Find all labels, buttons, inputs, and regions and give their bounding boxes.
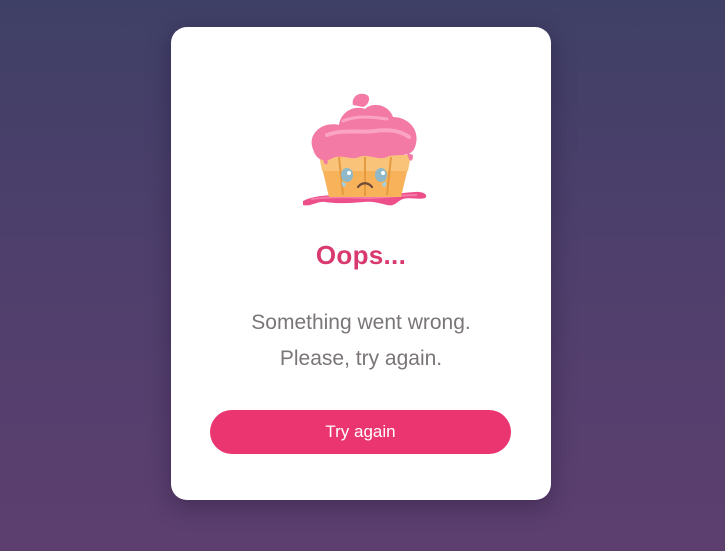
- error-message: Something went wrong. Please, try again.: [171, 305, 551, 377]
- try-again-button[interactable]: Try again: [210, 410, 511, 454]
- error-message-line-2: Please, try again.: [279, 347, 443, 370]
- crying-cupcake-icon: [303, 93, 427, 206]
- error-dialog: Oops... Something went wrong. Please, tr…: [171, 27, 551, 500]
- error-title: Oops...: [315, 240, 407, 270]
- error-message-line-1: Something went wrong.: [251, 311, 471, 334]
